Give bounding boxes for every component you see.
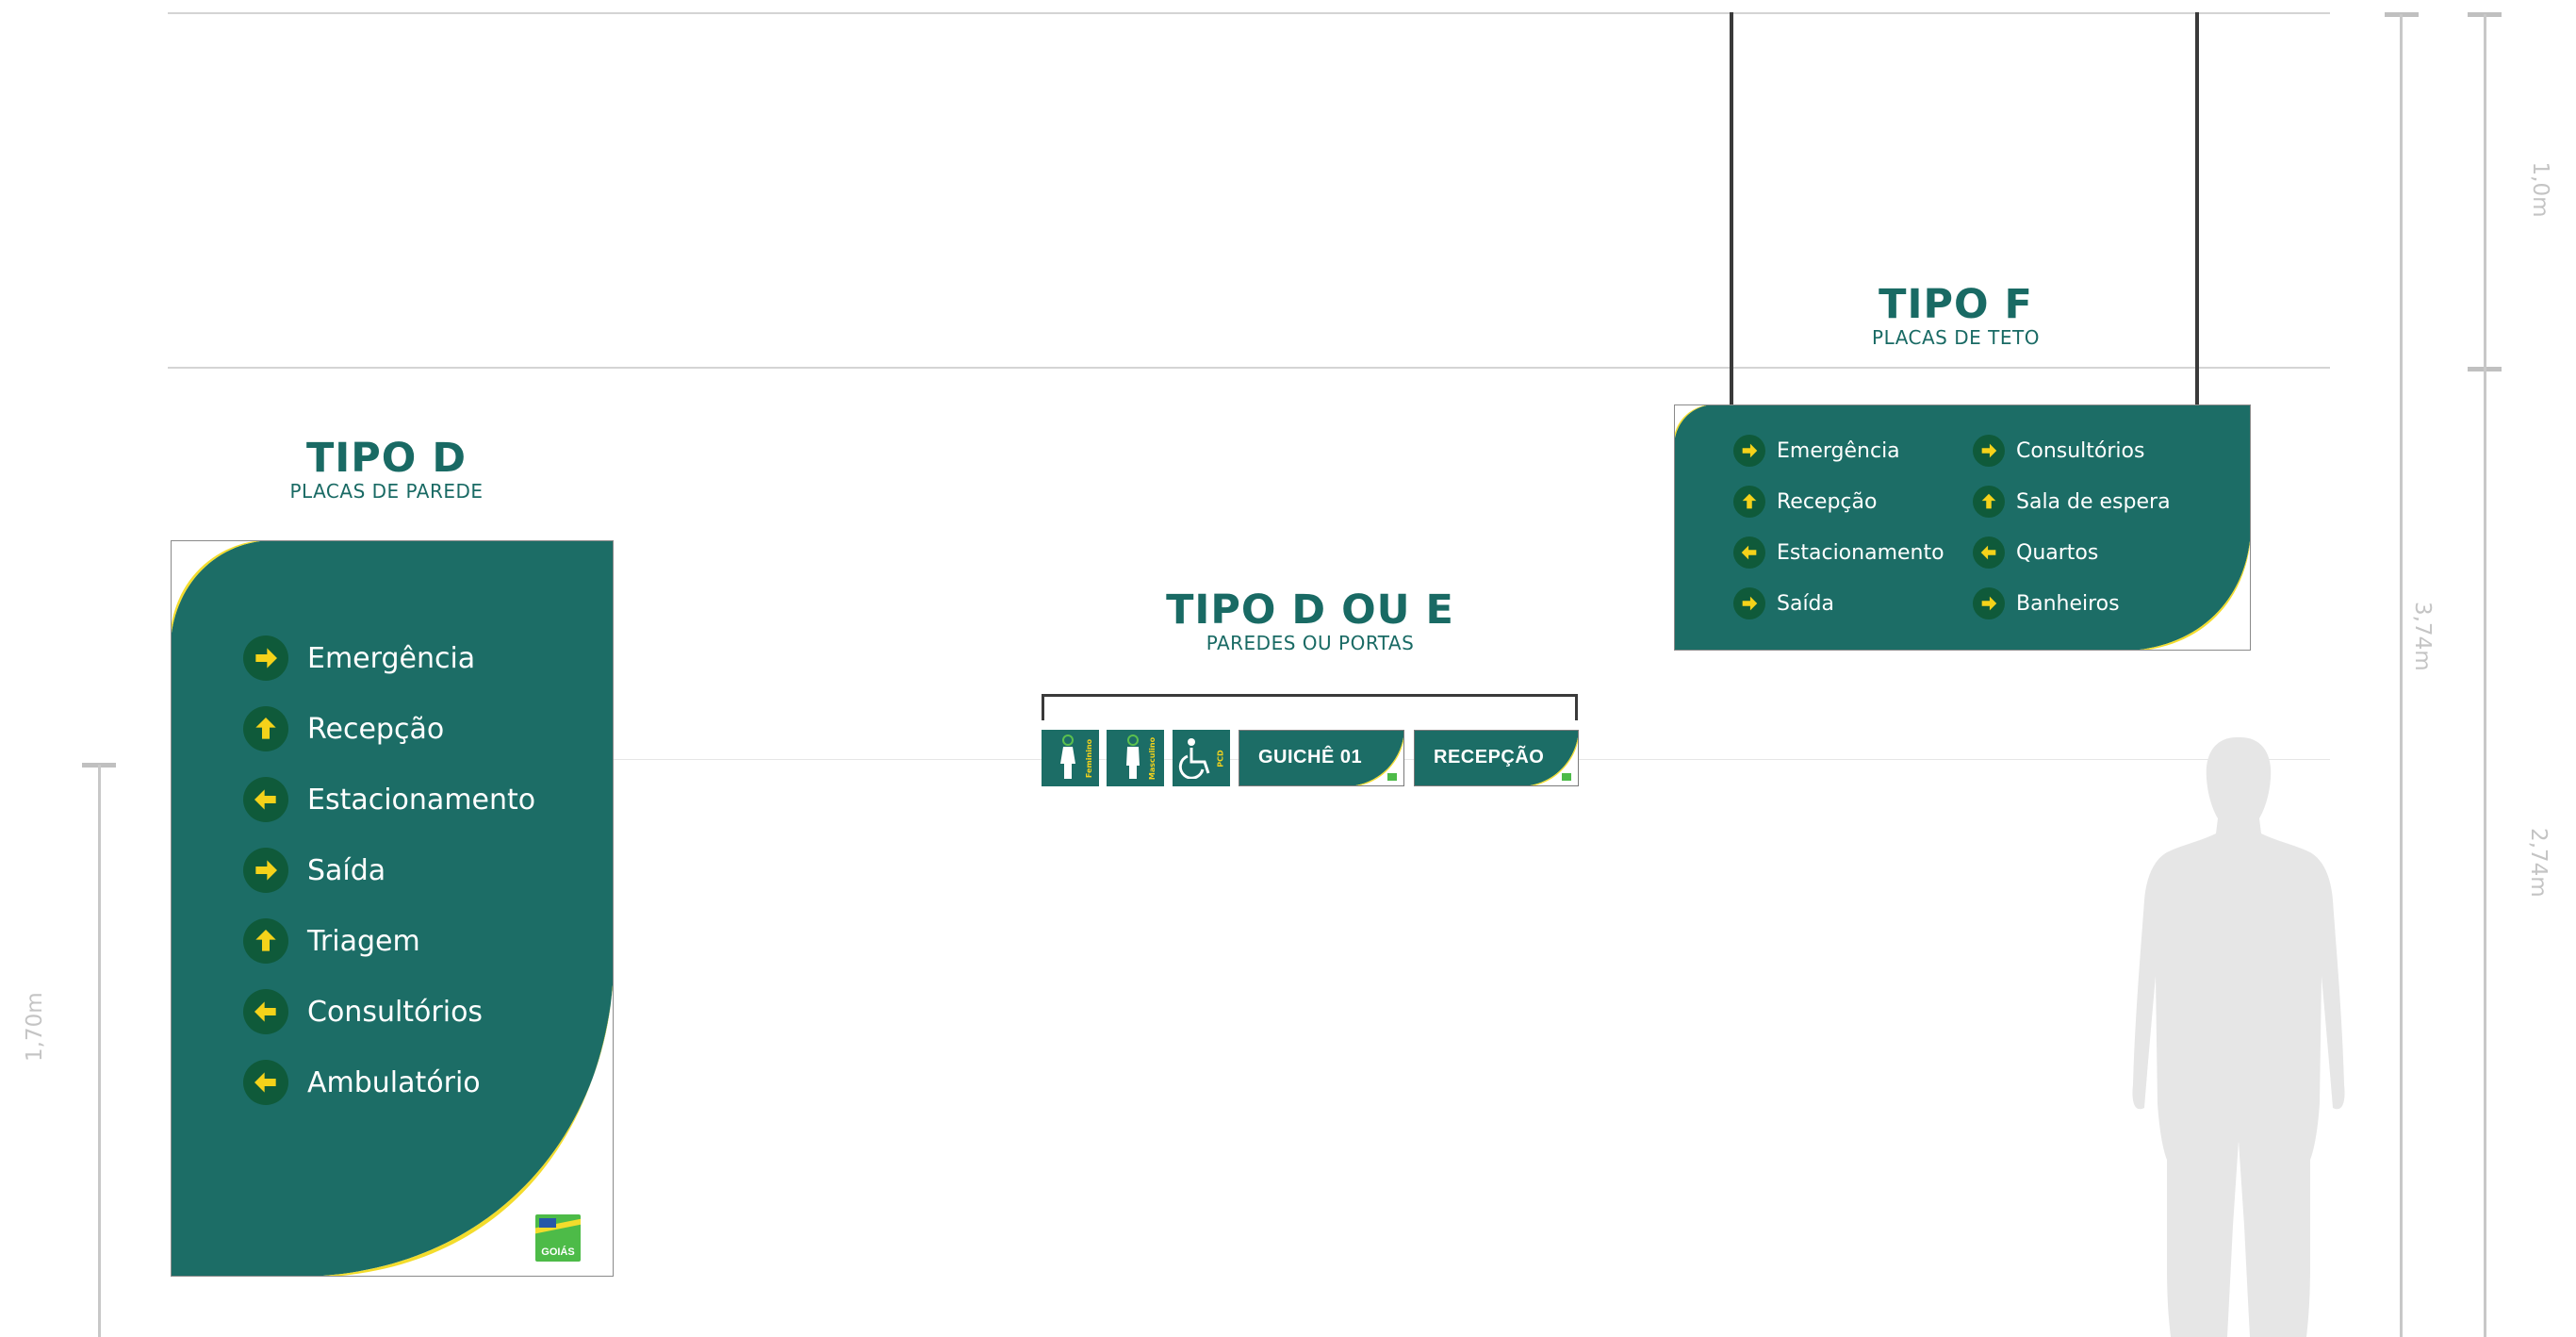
goias-logo: GOIÁS bbox=[535, 1214, 581, 1262]
pcd-label: PCD bbox=[1216, 750, 1225, 768]
sign-item: Banheiros bbox=[1973, 587, 2120, 619]
sign-item-label: Estacionamento bbox=[307, 783, 536, 817]
sign-item-label: Emergência bbox=[1777, 438, 1900, 463]
guiche-label: GUICHÊ 01 bbox=[1258, 747, 1363, 768]
tipo-d-ou-e-heading: TIPO D OU E PAREDES OU PORTAS bbox=[1122, 588, 1499, 654]
recepcao-label: RECEPÇÃO bbox=[1434, 747, 1545, 768]
arrow-up-icon bbox=[1973, 486, 2005, 518]
arrow-left-icon bbox=[1973, 536, 2005, 569]
sign-item: Emergência bbox=[243, 635, 475, 681]
sign-item: Quartos bbox=[1973, 536, 2098, 569]
tipo-d-heading: TIPO D PLACAS DE PAREDE bbox=[217, 437, 556, 503]
arrow-left-icon bbox=[243, 777, 288, 822]
tipo-f-title: TIPO F bbox=[1879, 281, 2033, 328]
male-label: Masculino bbox=[1148, 736, 1157, 781]
sign-corner-swoosh-top bbox=[1675, 405, 1707, 438]
goias-logo-text: GOIÁS bbox=[541, 1246, 575, 1258]
dimension-label-274m: 2,74m bbox=[2526, 828, 2551, 898]
sign-item-label: Saída bbox=[1777, 591, 1835, 616]
sign-item: Recepção bbox=[1733, 486, 1877, 518]
plate-logo bbox=[1387, 773, 1397, 781]
ceiling-rod-left bbox=[1730, 12, 1733, 406]
arrow-right-icon bbox=[1973, 435, 2005, 467]
wheelchair-icon bbox=[1178, 738, 1210, 779]
tipo-d-wall-sign: Emergência Recepção Estacionamento Saída Tri… bbox=[171, 540, 614, 1277]
person-silhouette-icon bbox=[2132, 737, 2345, 1337]
sign-item: Saída bbox=[1733, 587, 1834, 619]
dimension-line-left bbox=[98, 765, 101, 1337]
recepcao-plate: RECEPÇÃO bbox=[1414, 730, 1579, 786]
tipo-f-ceiling-sign: Emergência Recepção Estacionamento Saída Con… bbox=[1674, 404, 2251, 651]
arrow-up-icon bbox=[243, 918, 288, 964]
dimension-label-left: 1,70m bbox=[23, 992, 47, 1062]
sign-item-label: Recepção bbox=[1777, 489, 1878, 514]
plate-logo bbox=[1562, 773, 1571, 781]
tipo-d-title: TIPO D bbox=[305, 435, 468, 482]
sign-item: Estacionamento bbox=[243, 777, 535, 822]
arrow-right-icon bbox=[1733, 587, 1765, 619]
arrow-right-icon bbox=[243, 848, 288, 893]
sign-corner-swoosh-bottom bbox=[2138, 540, 2250, 650]
arrow-right-icon bbox=[1973, 587, 2005, 619]
tipo-f-subtitle: PLACAS DE TETO bbox=[1872, 326, 2040, 349]
sign-item-label: Banheiros bbox=[2016, 591, 2120, 616]
sign-item-label: Quartos bbox=[2016, 540, 2099, 565]
sign-item-label: Saída bbox=[307, 853, 386, 887]
sign-item-label: Sala de espera bbox=[2016, 489, 2171, 514]
sign-item-label: Emergência bbox=[307, 641, 476, 675]
arrow-up-icon bbox=[243, 706, 288, 751]
sign-item-label: Recepção bbox=[307, 712, 445, 746]
accessible-restroom-plate: PCD bbox=[1173, 730, 1230, 786]
sign-item: Estacionamento bbox=[1733, 536, 1944, 569]
dimension-line-b bbox=[2484, 14, 2486, 1337]
tipo-f-heading: TIPO F PLACAS DE TETO bbox=[1786, 283, 2125, 349]
ceiling-drop-line bbox=[168, 367, 2330, 369]
bracket-top bbox=[1042, 694, 1578, 720]
dimension-label-1m: 1,0m bbox=[2528, 161, 2552, 218]
sign-item: Ambulatório bbox=[243, 1060, 481, 1105]
sign-item: Consultórios bbox=[1973, 435, 2144, 467]
dimension-line-a bbox=[2400, 14, 2403, 1337]
sign-item-label: Consultórios bbox=[2016, 438, 2145, 463]
arrow-left-icon bbox=[1733, 536, 1765, 569]
sign-item: Sala de espera bbox=[1973, 486, 2171, 518]
arrow-left-icon bbox=[243, 989, 288, 1034]
dimension-label-374m: 3,74m bbox=[2410, 602, 2435, 671]
female-label: Feminino bbox=[1085, 738, 1094, 779]
guiche-plate: GUICHÊ 01 bbox=[1239, 730, 1404, 786]
ceiling-line bbox=[168, 12, 2330, 14]
sign-item: Consultórios bbox=[243, 989, 483, 1034]
sign-item-label: Triagem bbox=[307, 924, 420, 958]
tipo-d-subtitle: PLACAS DE PAREDE bbox=[289, 480, 484, 503]
sign-item-label: Ambulatório bbox=[307, 1065, 481, 1099]
arrow-up-icon bbox=[1733, 486, 1765, 518]
sign-item: Recepção bbox=[243, 706, 444, 751]
arrow-left-icon bbox=[243, 1060, 288, 1105]
sign-item: Triagem bbox=[243, 918, 420, 964]
female-restroom-plate: Feminino bbox=[1042, 730, 1099, 786]
ceiling-rod-right bbox=[2195, 12, 2199, 406]
sign-item: Saída bbox=[243, 848, 386, 893]
sign-item: Emergência bbox=[1733, 435, 1900, 467]
tipo-d-ou-e-title: TIPO D OU E bbox=[1166, 586, 1454, 634]
tipo-d-ou-e-subtitle: PAREDES OU PORTAS bbox=[1206, 632, 1415, 654]
female-icon bbox=[1060, 735, 1075, 779]
male-restroom-plate: Masculino bbox=[1107, 730, 1164, 786]
arrow-right-icon bbox=[1733, 435, 1765, 467]
sign-item-label: Estacionamento bbox=[1777, 540, 1944, 565]
sign-item-label: Consultórios bbox=[307, 995, 484, 1029]
arrow-right-icon bbox=[243, 635, 288, 681]
male-icon bbox=[1126, 735, 1140, 779]
